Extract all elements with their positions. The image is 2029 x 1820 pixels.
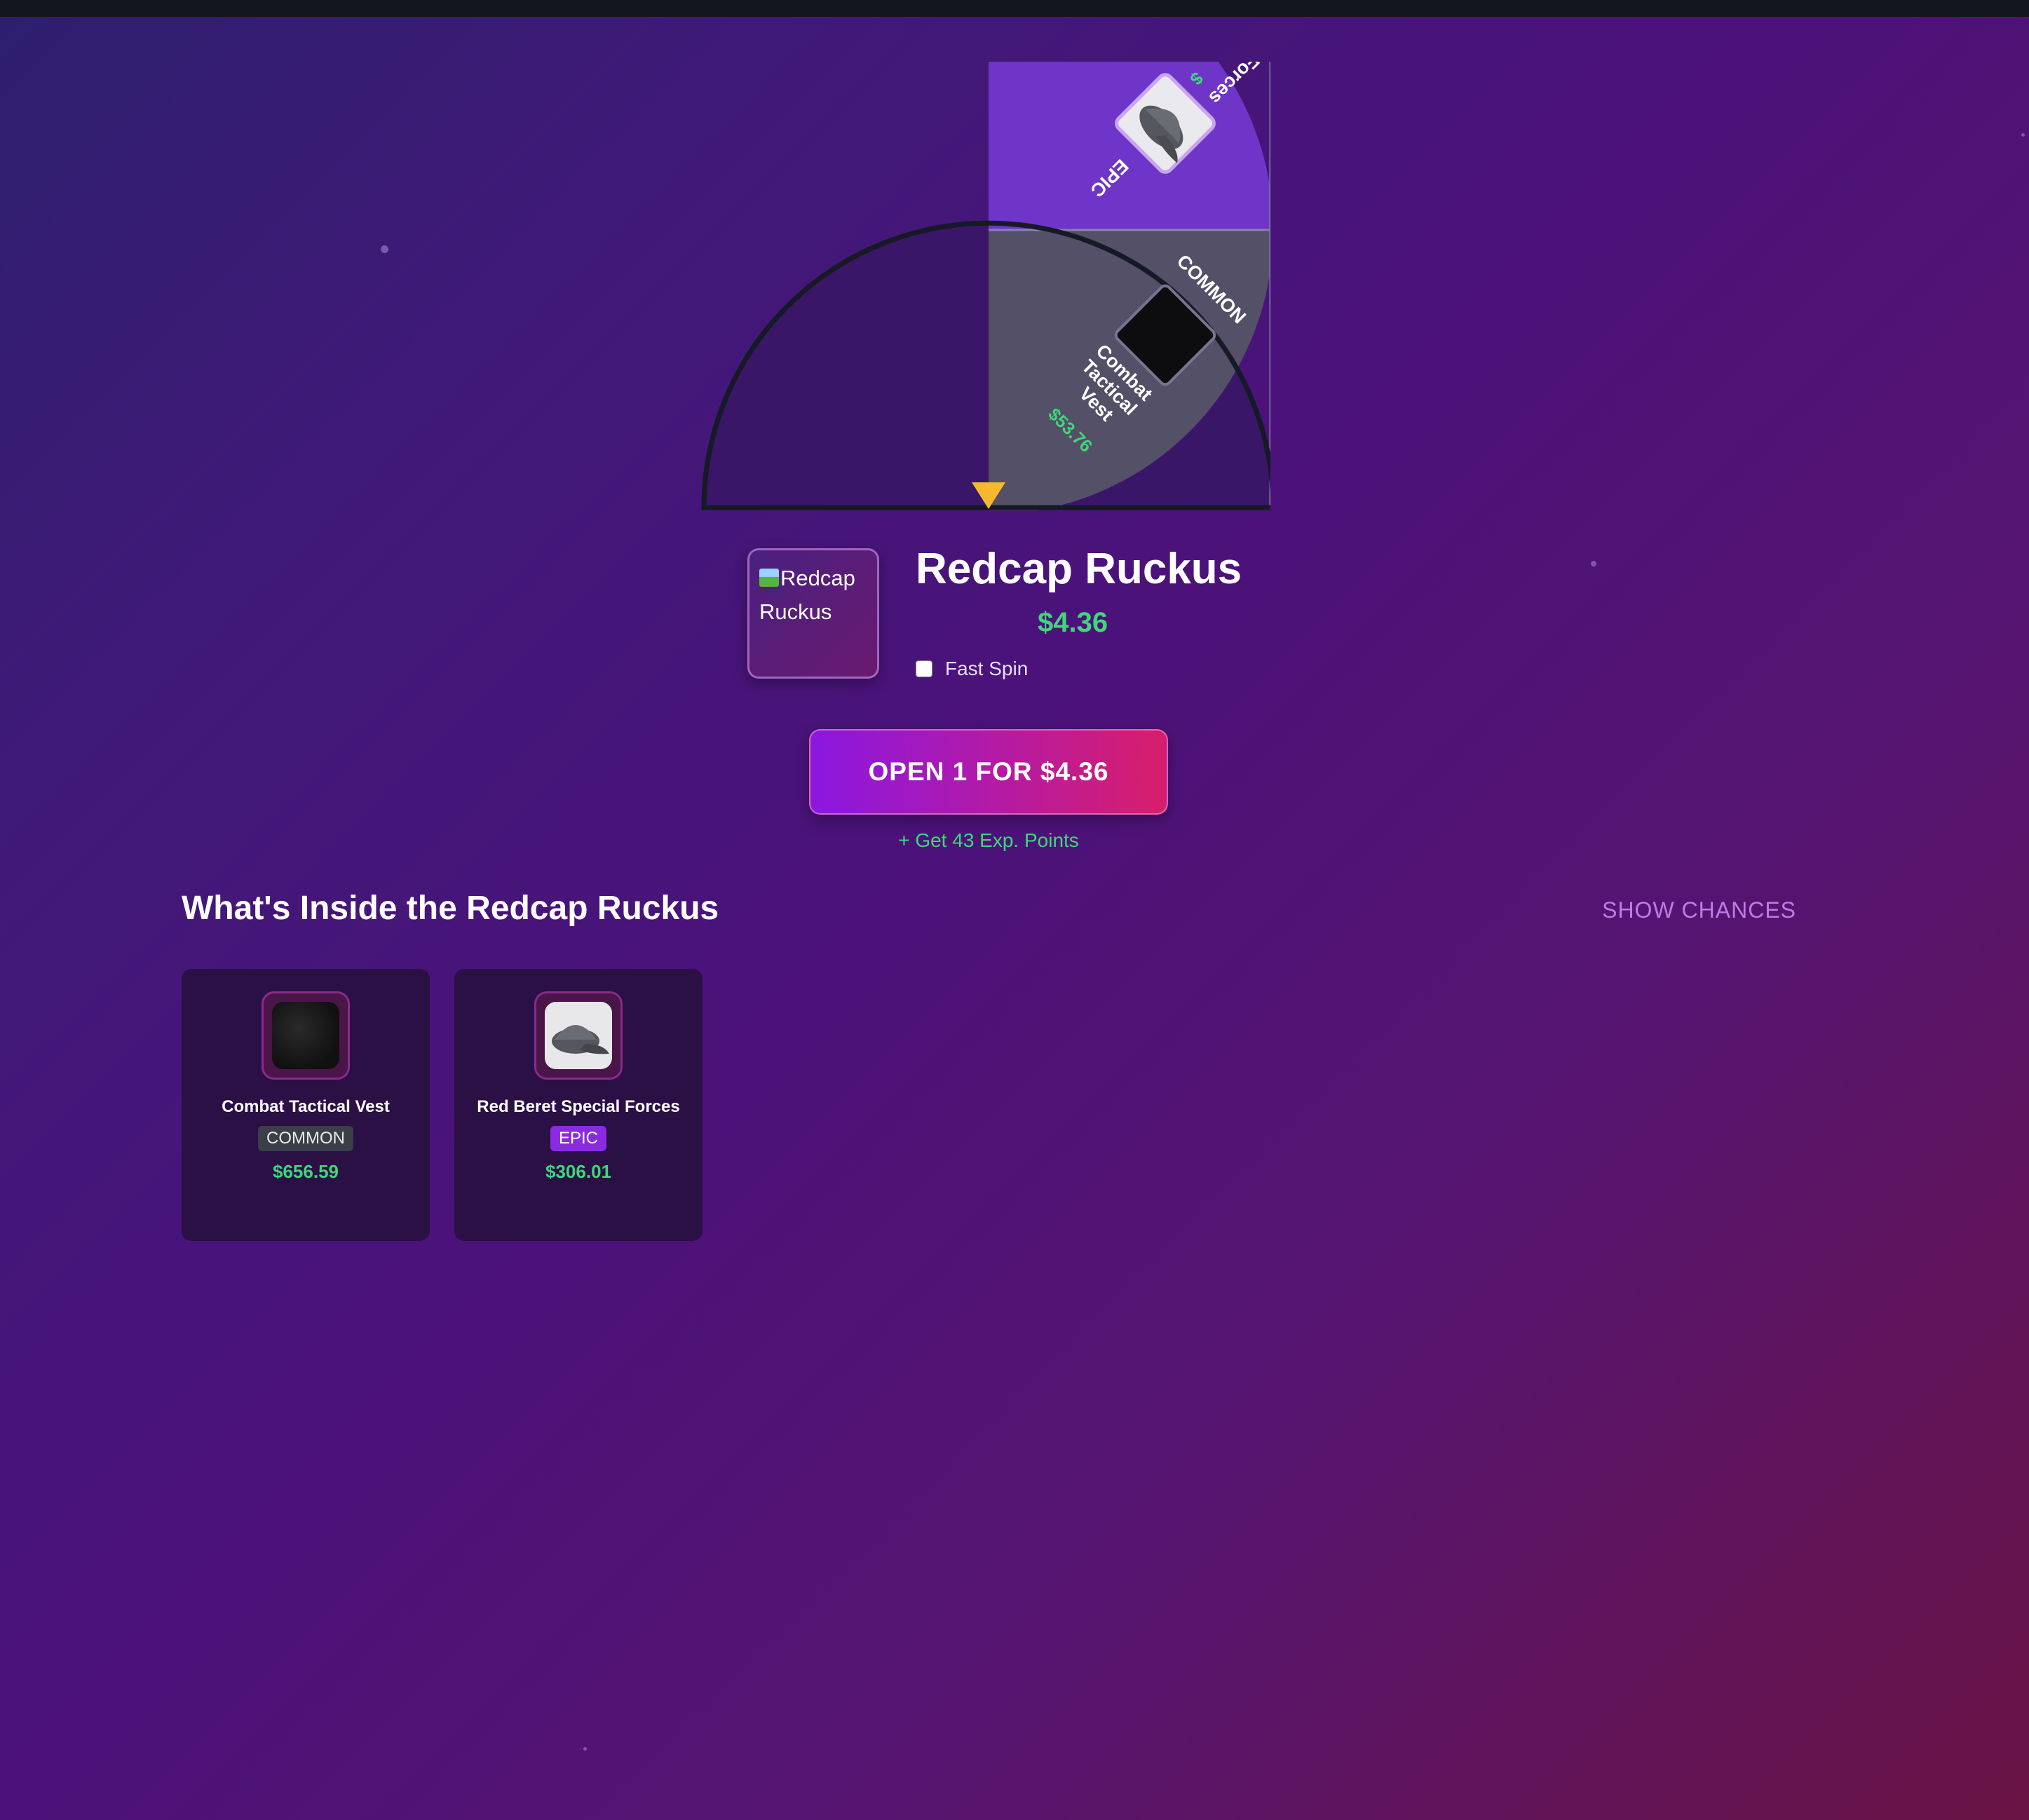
fast-spin-label: Fast Spin — [945, 658, 1029, 679]
rarity-badge: COMMON — [258, 1126, 353, 1151]
case-title: Redcap Ruckus — [916, 545, 1242, 593]
wheel-epic-name: Red Beret Special Forces — [1205, 0, 1381, 109]
case-image: Redcap Ruckus — [747, 548, 879, 679]
rarity-badge: EPIC — [550, 1126, 606, 1151]
item-card[interactable]: Red Beret Special Forces EPIC $306.01 — [454, 969, 703, 1241]
item-thumbnail — [262, 991, 350, 1080]
item-card[interactable]: Combat Tactical Vest COMMON $656.59 — [182, 969, 430, 1241]
case-image-alt: Redcap Ruckus — [759, 562, 871, 629]
vest-icon — [272, 1002, 339, 1069]
item-price: $306.01 — [545, 1161, 611, 1182]
fast-spin-checkbox[interactable] — [916, 660, 932, 677]
open-case-button[interactable]: OPEN 1 FOR $4.36 — [809, 729, 1168, 815]
exp-points-text: + Get 43 Exp. Points — [898, 829, 1079, 851]
wheel-epic-name-text: Red Beret Special Forces — [1205, 0, 1381, 109]
spin-wheel: EPIC Red Beret Special Forces $ COMMON C… — [701, 0, 1381, 510]
show-chances-button[interactable]: SHOW CHANCES — [1602, 897, 1796, 923]
item-name: Red Beret Special Forces — [477, 1097, 680, 1116]
item-thumbnail — [534, 991, 623, 1080]
contents-title: What's Inside the Redcap Ruckus — [182, 890, 719, 927]
item-price: $656.59 — [273, 1161, 339, 1182]
item-name: Combat Tactical Vest — [222, 1097, 390, 1116]
broken-image-icon — [759, 569, 779, 587]
fast-spin-toggle[interactable]: Fast Spin — [916, 658, 1028, 680]
background-star — [583, 1747, 587, 1751]
cap-icon-graphic — [552, 1025, 609, 1054]
case-price: $4.36 — [1038, 607, 1108, 638]
cap-icon — [545, 1002, 612, 1069]
background-star — [1591, 561, 1596, 566]
